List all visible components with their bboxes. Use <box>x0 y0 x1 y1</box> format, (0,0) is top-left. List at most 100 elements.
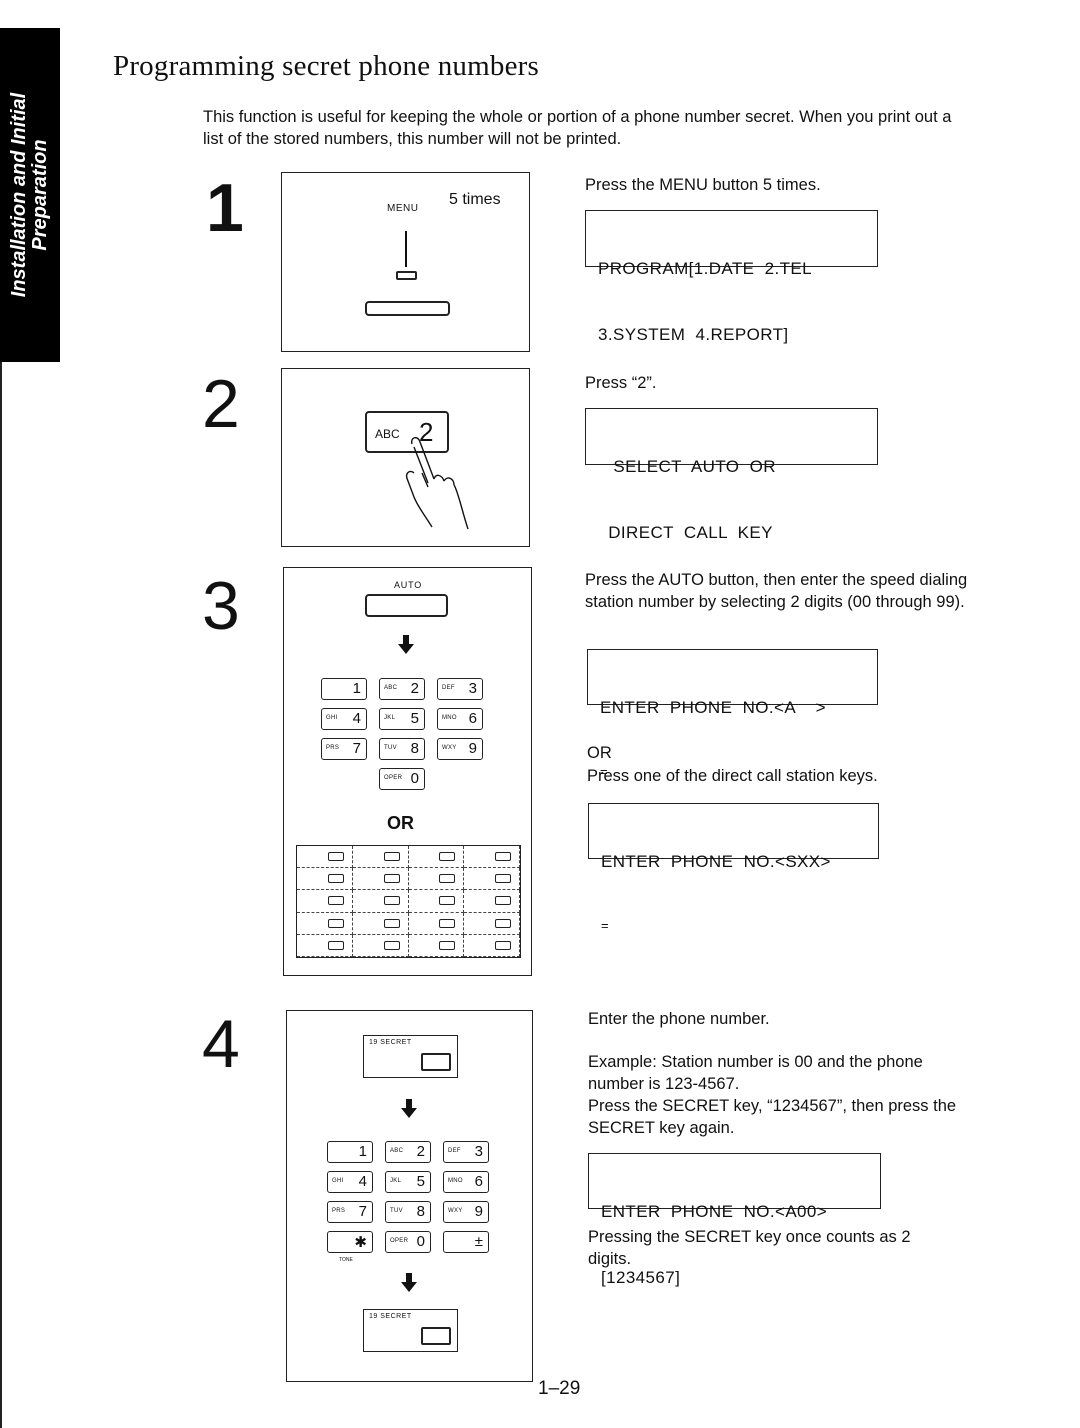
keypad-key[interactable]: ± <box>443 1231 489 1253</box>
keypad-key[interactable]: OPER 0 <box>379 768 425 790</box>
step-3-number: 3 <box>202 568 240 644</box>
step-2-number: 2 <box>202 366 240 442</box>
keypad-key[interactable]: ABC 2 <box>379 678 425 700</box>
station-key-indicator-icon <box>327 852 344 861</box>
secret-key-label: 19 SECRET <box>369 1313 412 1320</box>
station-key-indicator-icon <box>495 874 511 884</box>
step-3-alt-instruction: Press one of the direct call station key… <box>587 767 878 785</box>
keypad-key[interactable]: JKL 5 <box>385 1171 431 1193</box>
key-letters: WXY <box>448 1208 463 1214</box>
keypad-key[interactable]: 1 <box>321 678 367 700</box>
keypad-key[interactable]: WXY 9 <box>443 1201 489 1223</box>
direct-call-station-key[interactable] <box>297 912 353 935</box>
station-key-indicator-icon <box>439 896 456 906</box>
step-4-example: Example: Station number is 00 and the ph… <box>588 1053 923 1093</box>
step-4-example-action: Press the SECRET key, “1234567”, then pr… <box>588 1097 957 1137</box>
key-digit: ✱ <box>354 1234 367 1251</box>
direct-call-station-key[interactable] <box>408 912 465 935</box>
step-4-number: 4 <box>202 1006 240 1082</box>
keypad-key[interactable]: PRS 7 <box>327 1201 373 1223</box>
direct-call-station-key[interactable] <box>297 846 353 869</box>
key-digit: 8 <box>410 740 419 757</box>
direct-call-station-key[interactable] <box>464 846 520 869</box>
direct-call-station-key[interactable] <box>352 846 409 869</box>
keypad-key[interactable]: GHI 4 <box>321 708 367 730</box>
direct-call-station-key[interactable] <box>464 912 520 935</box>
keypad-key[interactable]: MNO 6 <box>443 1171 489 1193</box>
step-2-display: SELECT AUTO OR DIRECT CALL KEY <box>585 408 878 542</box>
keypad-key[interactable]: TUV 8 <box>385 1201 431 1223</box>
page-left-rule <box>0 362 2 1428</box>
direct-call-station-key[interactable] <box>352 912 409 935</box>
key-digit: 1 <box>352 680 361 697</box>
direct-call-station-key[interactable] <box>464 934 520 957</box>
keypad-key[interactable]: PRS 7 <box>321 738 367 760</box>
keypad-key[interactable]: DEF 3 <box>437 678 483 700</box>
key-digit: 6 <box>474 1173 483 1190</box>
menu-button-label: MENU <box>387 203 419 214</box>
keypad-key[interactable]: GHI 4 <box>327 1171 373 1193</box>
direct-call-station-key[interactable] <box>352 934 409 957</box>
step-1-illustration: MENU 5 times <box>281 172 530 352</box>
section-tab-label: Installation and Initial Preparation <box>8 93 51 297</box>
key-letters: TUV <box>390 1208 403 1214</box>
direct-call-station-key[interactable] <box>408 890 465 913</box>
direct-call-station-key[interactable] <box>297 890 353 913</box>
key-digit: 1 <box>358 1143 367 1160</box>
keypad-key[interactable]: DEF 3 <box>443 1141 489 1163</box>
direct-call-station-key[interactable] <box>408 868 465 891</box>
keypad-key[interactable]: JKL 5 <box>379 708 425 730</box>
direct-call-station-key[interactable] <box>408 934 465 957</box>
step-1-instruction: Press the MENU button 5 times. <box>585 176 821 194</box>
key-digit: 3 <box>468 680 477 697</box>
key-letters: OPER <box>384 775 403 781</box>
keypad-key[interactable]: 1 <box>327 1141 373 1163</box>
display-line-2: 3.SYSTEM 4.REPORT] <box>598 325 789 344</box>
key-digit: 7 <box>352 740 361 757</box>
step-3-display: ENTER PHONE NO.<A > = <box>587 649 878 779</box>
key-letters: PRS <box>332 1208 346 1214</box>
step-3-or-label: OR <box>587 744 612 762</box>
key-digit: 4 <box>358 1173 367 1190</box>
direct-call-station-key[interactable] <box>352 868 409 891</box>
station-key-indicator-icon <box>495 896 511 906</box>
step-3-instruction: Press the AUTO button, then enter the sp… <box>585 571 968 611</box>
direct-call-station-key[interactable] <box>464 868 520 891</box>
keypad-key[interactable]: ABC 2 <box>385 1141 431 1163</box>
key-digit: 7 <box>358 1203 367 1220</box>
page-number: 1–29 <box>538 1378 581 1399</box>
direct-call-station-keys <box>296 845 521 958</box>
display-line-1: PROGRAM[1.DATE 2.TEL <box>598 259 813 278</box>
direct-call-station-key[interactable] <box>297 934 353 957</box>
direct-call-station-key[interactable] <box>408 846 465 869</box>
secret-key-button[interactable]: 19 SECRET <box>363 1035 458 1078</box>
key-digit: 9 <box>468 740 477 757</box>
key-digit: 4 <box>352 710 361 727</box>
key-digit: 8 <box>416 1203 425 1220</box>
station-key-indicator-icon <box>495 918 511 928</box>
auto-button[interactable] <box>365 594 448 617</box>
step-4-note: Pressing the SECRET key once counts as 2… <box>588 1228 911 1268</box>
display-line-2: DIRECT CALL KEY <box>598 523 773 542</box>
key-letters: PRS <box>326 745 340 751</box>
page-title: Programming secret phone numbers <box>113 50 539 82</box>
keypad-key[interactable]: OPER 0 <box>385 1231 431 1253</box>
direct-call-station-key[interactable] <box>352 890 409 913</box>
key-letters: DEF <box>448 1148 461 1154</box>
direct-call-station-key[interactable] <box>297 868 353 891</box>
keypad-key[interactable]: ✱ <box>327 1231 373 1253</box>
key-letters: MNO <box>442 715 457 721</box>
keypad-key[interactable]: MNO 6 <box>437 708 483 730</box>
station-key-indicator-icon <box>327 874 344 884</box>
direct-call-station-key[interactable] <box>464 890 520 913</box>
keypad-key[interactable]: WXY 9 <box>437 738 483 760</box>
station-key-indicator-icon <box>327 940 344 950</box>
keypad-key[interactable]: TUV 8 <box>379 738 425 760</box>
display-line-1: ENTER PHONE NO.<A00> <box>601 1202 828 1221</box>
or-label: OR <box>387 813 414 833</box>
secret-key-button-again[interactable]: 19 SECRET <box>363 1309 458 1352</box>
step-3-illustration: AUTO 1 ABC 2 DEF 3 GHI 4 JKL 5 MNO 6 PRS 7 TUV 8 WXY 9 OP… <box>283 567 532 976</box>
display-line-2: [1234567] <box>601 1268 681 1287</box>
menu-button[interactable] <box>365 301 450 316</box>
station-key-indicator-icon <box>495 852 511 861</box>
